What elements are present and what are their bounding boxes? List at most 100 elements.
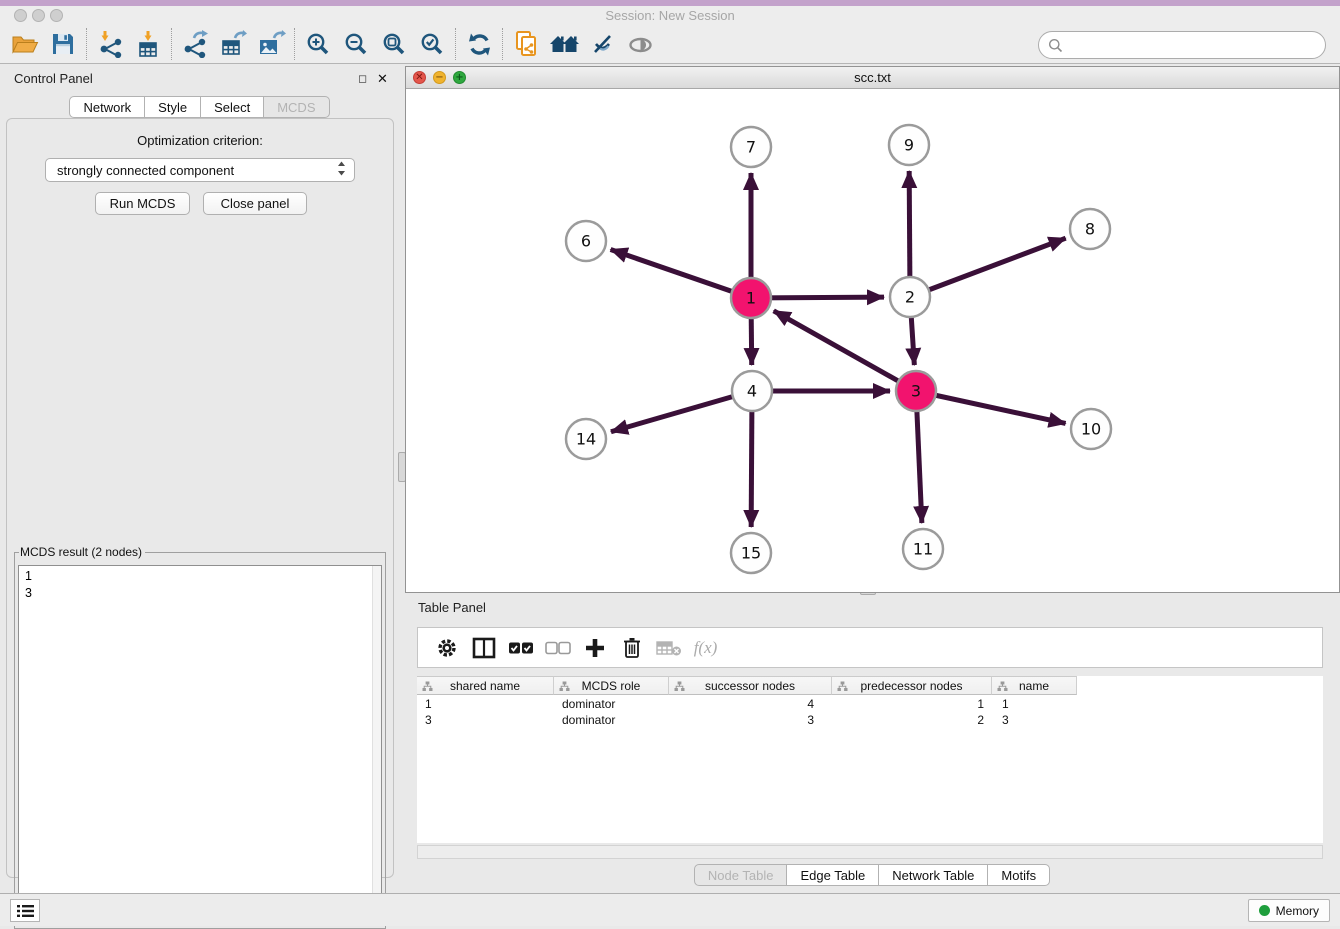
task-history-button[interactable] [10, 899, 40, 922]
window-top-accent [0, 0, 1340, 6]
table-cell[interactable]: 1 [417, 696, 554, 712]
hide-graphics-details-icon[interactable] [583, 27, 621, 61]
export-table-icon[interactable] [214, 27, 252, 61]
export-image-icon[interactable] [252, 27, 290, 61]
graph-edge-1-6[interactable] [611, 249, 751, 298]
search-input[interactable] [1063, 38, 1325, 53]
network-window-titlebar[interactable]: ✕ − + scc.txt [406, 67, 1339, 89]
graph-node-label-4: 4 [747, 382, 757, 401]
graph-edge-2-8[interactable] [910, 238, 1066, 297]
table-cell[interactable]: dominator [554, 712, 669, 728]
graph-edge-4-14[interactable] [611, 391, 752, 432]
table-cell[interactable]: 2 [832, 712, 992, 728]
graph-node-label-2: 2 [905, 288, 915, 307]
refresh-icon[interactable] [460, 27, 498, 61]
table-panel-title: Table Panel [418, 600, 486, 615]
function-builder-icon: f(x) [687, 633, 724, 663]
zoom-out-icon[interactable] [337, 27, 375, 61]
column-header-shared-name[interactable]: shared name [417, 676, 554, 695]
import-table-icon[interactable] [129, 27, 167, 61]
table-header-row: shared nameMCDS rolesuccessor nodesprede… [417, 676, 1077, 695]
criterion-value: strongly connected component [57, 163, 234, 178]
column-view-icon[interactable] [465, 633, 502, 663]
tab-style[interactable]: Style [144, 96, 201, 118]
mcds-tab-content: Optimization criterion: strongly connect… [6, 118, 394, 878]
mcds-result-title: MCDS result (2 nodes) [19, 545, 145, 559]
select-all-icon[interactable] [502, 633, 539, 663]
table-panel: Table Panel ◻ ✕ f(x) shared nameMCDS rol… [405, 593, 1340, 893]
tab-network[interactable]: Network [69, 96, 145, 118]
network-canvas[interactable]: 7968124314101511 [406, 89, 1339, 592]
graph-edge-3-1[interactable] [774, 311, 916, 391]
table-row[interactable]: 3dominator323 [417, 712, 1077, 728]
graph-node-label-6: 6 [581, 232, 591, 251]
float-panel-icon[interactable]: ◻ [358, 72, 367, 85]
table-tabs: Node TableEdge TableNetwork TableMotifs [405, 864, 1340, 886]
node-table[interactable]: shared nameMCDS rolesuccessor nodesprede… [417, 676, 1323, 843]
memory-label: Memory [1276, 904, 1319, 918]
zoom-selected-icon[interactable] [413, 27, 451, 61]
tab-mcds[interactable]: MCDS [263, 96, 329, 118]
control-panel-title: Control Panel [14, 71, 93, 86]
table-cell[interactable]: dominator [554, 696, 669, 712]
network-view-window: ✕ − + scc.txt 7968124314101511 [405, 66, 1340, 593]
mcds-result-group: MCDS result (2 nodes) 1 3 [14, 545, 386, 929]
control-panel: Control Panel ◻ ✕ NetworkStyleSelectMCDS… [0, 64, 400, 893]
run-mcds-button[interactable]: Run MCDS [95, 192, 190, 215]
table-cell[interactable]: 3 [417, 712, 554, 728]
export-network-icon[interactable] [176, 27, 214, 61]
status-bar: Memory [0, 893, 1340, 926]
graph-node-label-10: 10 [1081, 420, 1101, 439]
open-session-icon[interactable] [6, 27, 44, 61]
app-header: Session: New Session [0, 0, 1340, 64]
table-toolbar: f(x) [417, 627, 1323, 668]
table-cell[interactable]: 4 [669, 696, 832, 712]
control-panel-tabs: NetworkStyleSelectMCDS [0, 96, 400, 118]
table-tab-network-table[interactable]: Network Table [878, 864, 988, 886]
result-scrollbar[interactable] [372, 566, 381, 923]
list-icon [17, 904, 34, 918]
delete-column-icon[interactable] [613, 633, 650, 663]
add-column-icon[interactable] [576, 633, 613, 663]
table-tab-motifs[interactable]: Motifs [987, 864, 1050, 886]
settings-gear-icon[interactable] [428, 633, 465, 663]
table-cell[interactable]: 1 [992, 696, 1077, 712]
window-title: Session: New Session [0, 8, 1340, 23]
graph-node-label-9: 9 [904, 136, 914, 155]
graph-node-label-7: 7 [746, 138, 756, 157]
table-cell[interactable]: 3 [992, 712, 1077, 728]
show-graphics-details-icon[interactable] [621, 27, 659, 61]
tab-select[interactable]: Select [200, 96, 264, 118]
column-header-name[interactable]: name [992, 676, 1077, 695]
delete-table-icon [650, 633, 687, 663]
home-icon[interactable] [545, 27, 583, 61]
close-panel-icon[interactable]: ✕ [377, 71, 388, 87]
graph-node-label-15: 15 [741, 544, 761, 563]
column-header-successor-nodes[interactable]: successor nodes [669, 676, 832, 695]
search-field[interactable] [1038, 31, 1326, 59]
optimization-criterion-select[interactable]: strongly connected component [45, 158, 355, 182]
import-network-icon[interactable] [91, 27, 129, 61]
mcds-result-textarea[interactable]: 1 3 [18, 565, 382, 924]
table-cell[interactable]: 1 [832, 696, 992, 712]
zoom-fit-icon[interactable] [375, 27, 413, 61]
table-tab-edge-table[interactable]: Edge Table [786, 864, 879, 886]
clone-network-icon[interactable] [507, 27, 545, 61]
column-header-MCDS-role[interactable]: MCDS role [554, 676, 669, 695]
table-horizontal-scrollbar[interactable] [417, 845, 1323, 859]
zoom-in-icon[interactable] [299, 27, 337, 61]
graph-edge-3-10[interactable] [916, 391, 1066, 423]
graph-node-label-3: 3 [911, 382, 921, 401]
column-header-predecessor-nodes[interactable]: predecessor nodes [832, 676, 992, 695]
close-panel-button[interactable]: Close panel [203, 192, 307, 215]
table-tab-node-table[interactable]: Node Table [694, 864, 788, 886]
save-session-icon[interactable] [44, 27, 82, 61]
search-icon [1048, 38, 1063, 53]
network-window-title: scc.txt [406, 70, 1339, 85]
table-cell[interactable]: 3 [669, 712, 832, 728]
table-row[interactable]: 1dominator411 [417, 696, 1077, 712]
graph-node-label-11: 11 [913, 540, 933, 559]
memory-button[interactable]: Memory [1248, 899, 1330, 922]
unselect-all-icon[interactable] [539, 633, 576, 663]
graph-node-label-14: 14 [576, 430, 596, 449]
